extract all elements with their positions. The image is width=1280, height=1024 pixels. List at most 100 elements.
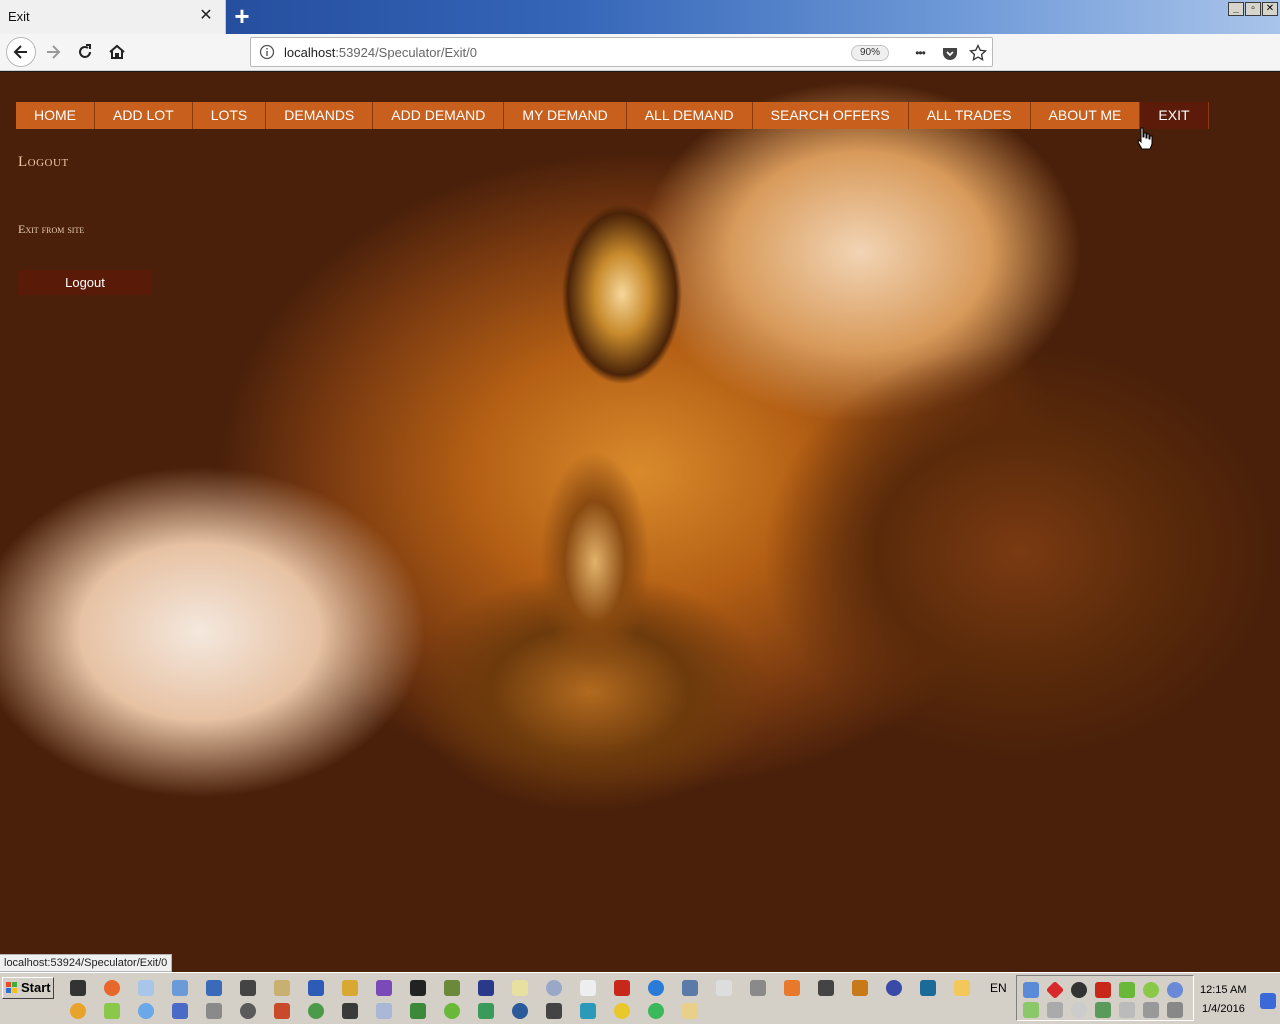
notes-icon[interactable] <box>512 980 528 996</box>
logout-button[interactable]: Logout <box>18 270 152 295</box>
show-desktop-icon[interactable] <box>1260 993 1276 1009</box>
hand-cursor-icon <box>1137 127 1153 150</box>
editor-icon[interactable] <box>444 980 460 996</box>
back-button[interactable] <box>6 37 36 67</box>
firefox-icon[interactable] <box>104 980 120 996</box>
filezilla-icon[interactable] <box>614 980 630 996</box>
reload-button[interactable] <box>70 37 100 67</box>
nav-lots[interactable]: LOTS <box>192 102 267 129</box>
tray-filezilla-icon[interactable] <box>1095 982 1111 998</box>
window-icon[interactable] <box>580 980 596 996</box>
app-check-icon[interactable] <box>648 1003 664 1019</box>
powershell-icon[interactable] <box>410 980 426 996</box>
url-text[interactable]: localhost:53924/Speculator/Exit/0 <box>284 45 477 60</box>
tray-leaf-icon[interactable] <box>1143 982 1159 998</box>
eclipse-icon[interactable] <box>886 980 902 996</box>
app-earth-icon[interactable] <box>308 1003 324 1019</box>
nav-add-demand[interactable]: ADD DEMAND <box>373 102 505 129</box>
nav-my-demand[interactable]: MY DEMAND <box>504 102 627 129</box>
calendar-icon[interactable] <box>716 980 732 996</box>
site-navigation: HOME ADD LOT LOTS DEMANDS ADD DEMAND MY … <box>16 102 1209 129</box>
tray-tools-icon[interactable] <box>1119 982 1135 998</box>
nav-exit[interactable]: EXIT <box>1140 102 1209 129</box>
tray-globe-icon[interactable] <box>1167 982 1183 998</box>
app-globe-dark-icon[interactable] <box>240 1003 256 1019</box>
clock-date[interactable]: 1/4/2016 <box>1202 1003 1245 1015</box>
tray-network-icon[interactable] <box>1023 982 1039 998</box>
bird-icon[interactable] <box>682 980 698 996</box>
language-indicator[interactable]: EN <box>990 981 1007 995</box>
vlc-icon[interactable] <box>784 980 800 996</box>
headphones-icon[interactable] <box>852 980 868 996</box>
infinity-icon[interactable] <box>308 980 324 996</box>
close-window-button[interactable]: ✕ <box>1262 2 1278 16</box>
taskbar: Start EN 12:15 AM 1/4/2016 <box>0 972 1280 1024</box>
app-orange-icon[interactable] <box>70 1003 86 1019</box>
tray-chart-icon[interactable] <box>1023 1002 1039 1018</box>
nav-home[interactable]: HOME <box>16 102 95 129</box>
url-path: :53924/Speculator/Exit/0 <box>335 45 477 60</box>
clock-time[interactable]: 12:15 AM <box>1200 984 1246 996</box>
reload-icon <box>79 44 91 58</box>
ie-icon[interactable] <box>138 1003 154 1019</box>
app-cross-icon[interactable] <box>478 1003 494 1019</box>
nav-demands[interactable]: DEMANDS <box>266 102 374 129</box>
app-green-icon[interactable] <box>104 1003 120 1019</box>
fb-icon[interactable] <box>240 980 256 996</box>
tools-icon[interactable] <box>274 980 290 996</box>
app-world-icon[interactable] <box>512 1003 528 1019</box>
floppy-icon[interactable] <box>478 980 494 996</box>
nav-all-trades[interactable]: ALL TRADES <box>908 102 1031 129</box>
tray-disk-icon[interactable] <box>1071 1002 1087 1018</box>
home-button[interactable] <box>102 37 132 67</box>
app-x-icon[interactable] <box>172 1003 188 1019</box>
globe-icon[interactable] <box>546 980 562 996</box>
zoom-badge[interactable]: 90% <box>851 45 889 61</box>
app-grid-icon[interactable] <box>206 1003 222 1019</box>
status-bar-link: localhost:53924/Speculator/Exit/0 <box>0 954 173 972</box>
flag-icon[interactable] <box>1143 1002 1159 1018</box>
volume-icon[interactable] <box>1119 1002 1135 1018</box>
tray-security-icon[interactable] <box>1095 1002 1111 1018</box>
site-info-icon[interactable] <box>259 44 275 60</box>
chrome-icon[interactable] <box>614 1003 630 1019</box>
explorer-icon[interactable] <box>172 980 188 996</box>
tray-diamond-icon[interactable] <box>1045 980 1065 1000</box>
forward-button[interactable] <box>38 37 68 67</box>
cmd-icon[interactable] <box>70 980 86 996</box>
settings-icon[interactable] <box>818 980 834 996</box>
browser-tab[interactable]: Exit ✕ <box>0 0 226 34</box>
tray-shield-icon[interactable] <box>1071 982 1087 998</box>
maximize-button[interactable]: ▫ <box>1245 2 1261 16</box>
tray-usb-icon[interactable] <box>1047 1002 1063 1018</box>
network-icon[interactable] <box>206 980 222 996</box>
pocket-icon[interactable] <box>941 44 959 62</box>
close-tab-icon[interactable]: ✕ <box>197 7 215 25</box>
nav-about-me[interactable]: ABOUT ME <box>1030 102 1141 129</box>
minimize-button[interactable]: _ <box>1228 2 1244 16</box>
start-button[interactable]: Start <box>2 977 54 999</box>
nav-all-demand[interactable]: ALL DEMAND <box>626 102 753 129</box>
bookmark-star-icon[interactable] <box>969 44 987 62</box>
app-puzzle-icon[interactable] <box>580 1003 596 1019</box>
app-leaf-icon[interactable] <box>444 1003 460 1019</box>
sync-icon[interactable] <box>648 980 664 996</box>
app-cube-icon[interactable] <box>274 1003 290 1019</box>
folder-star-icon[interactable] <box>342 980 358 996</box>
app-network-icon[interactable] <box>410 1003 426 1019</box>
lock-icon[interactable] <box>546 1003 562 1019</box>
url-bar[interactable]: localhost:53924/Speculator/Exit/0 90% ••… <box>250 37 993 67</box>
app-xml-icon[interactable] <box>376 1003 392 1019</box>
folder-icon[interactable] <box>682 1003 698 1019</box>
visual-studio-icon[interactable] <box>376 980 392 996</box>
media-icon[interactable] <box>750 980 766 996</box>
sun-icon[interactable] <box>954 980 970 996</box>
app-bug-icon[interactable] <box>342 1003 358 1019</box>
chart-app-icon[interactable] <box>920 980 936 996</box>
more-actions-icon[interactable]: ••• <box>911 44 929 62</box>
notepad-icon[interactable] <box>138 980 154 996</box>
nav-add-lot[interactable]: ADD LOT <box>95 102 193 129</box>
new-tab-button[interactable]: + <box>230 3 254 30</box>
display-icon[interactable] <box>1167 1002 1183 1018</box>
nav-search-offers[interactable]: SEARCH OFFERS <box>752 102 909 129</box>
